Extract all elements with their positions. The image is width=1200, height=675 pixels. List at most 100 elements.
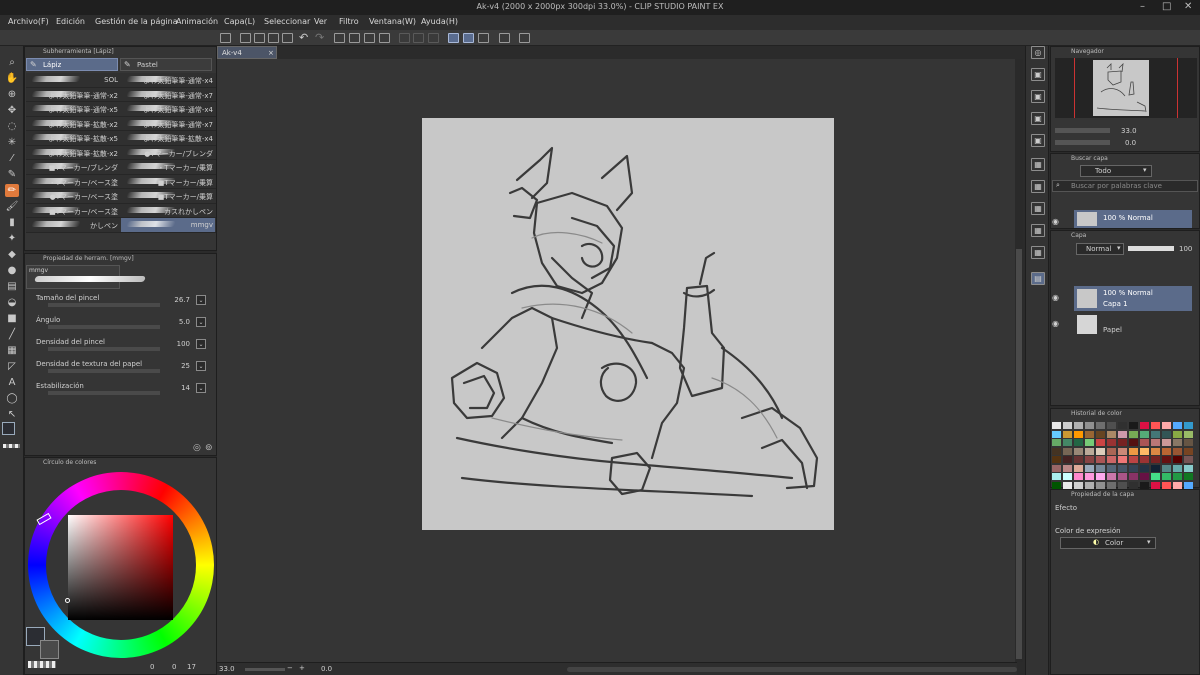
- property-slider[interactable]: [48, 369, 160, 373]
- transform-icon[interactable]: [379, 33, 390, 43]
- color-history-swatch[interactable]: [1173, 447, 1182, 455]
- figure-icon[interactable]: ╱: [5, 328, 19, 341]
- dock-icon-1[interactable]: ▣: [1031, 68, 1045, 81]
- hand-tool-icon[interactable]: ✋: [5, 72, 19, 85]
- color-history-swatch[interactable]: [1052, 430, 1061, 438]
- open-icon[interactable]: [254, 33, 265, 43]
- snap-ruler-icon[interactable]: [448, 33, 459, 43]
- property-expand-icon[interactable]: ⌄: [196, 295, 206, 305]
- tool-settings-icon[interactable]: ◎: [193, 443, 201, 453]
- color-history-swatch[interactable]: [1173, 439, 1182, 446]
- color-history-swatch[interactable]: [1063, 447, 1072, 455]
- horizontal-scrollbar[interactable]: [567, 667, 1017, 672]
- color-history-swatch[interactable]: [1096, 422, 1105, 429]
- zoom-in-icon[interactable]: +: [299, 664, 305, 672]
- color-history-swatch[interactable]: [1184, 464, 1193, 472]
- color-history-swatch[interactable]: [1063, 481, 1072, 489]
- color-history-swatch[interactable]: [1118, 464, 1127, 472]
- color-history-swatch[interactable]: [1107, 481, 1116, 489]
- vertical-scrollbar[interactable]: [1015, 59, 1023, 662]
- property-value[interactable]: 25: [160, 362, 190, 370]
- color-history-swatch[interactable]: [1085, 447, 1094, 455]
- brush-item[interactable]: ■Tマーカー/乗算: [121, 189, 215, 203]
- color-history-swatch[interactable]: [1118, 447, 1127, 455]
- blend-mode-dropdown[interactable]: Normal ▾: [1076, 243, 1124, 255]
- color-history-swatch[interactable]: [1085, 439, 1094, 446]
- clear-selection-icon[interactable]: [349, 33, 360, 43]
- brush-item[interactable]: ・Tマーカー/乗算: [121, 160, 215, 174]
- brush-item[interactable]: ・Tマーカー/ベース塗: [26, 175, 120, 189]
- save-icon[interactable]: [268, 33, 279, 43]
- color-history-swatch[interactable]: [1151, 422, 1160, 429]
- color-history-swatch[interactable]: [1085, 422, 1094, 429]
- color-history-swatch[interactable]: [1151, 430, 1160, 438]
- minimize-icon[interactable]: –: [1140, 1, 1145, 12]
- opacity-slider[interactable]: [1128, 246, 1174, 251]
- menu-ayuda[interactable]: Ayuda(H): [421, 17, 458, 26]
- color-history-swatch[interactable]: [1063, 473, 1072, 480]
- brush-item[interactable]: ■Tマーカー/乗算: [121, 175, 215, 189]
- brush-item[interactable]: かしペン: [26, 218, 120, 232]
- zoom-slider[interactable]: [245, 668, 285, 671]
- dock-icon-4[interactable]: ▣: [1031, 134, 1045, 147]
- menu-ventana[interactable]: Ventana(W): [369, 17, 416, 26]
- airbrush-icon[interactable]: ▮: [5, 216, 19, 229]
- decoration-icon[interactable]: ✦: [5, 232, 19, 245]
- color-history-swatch[interactable]: [1129, 447, 1138, 455]
- nav-zoom-slider[interactable]: [1055, 128, 1110, 133]
- layer-row-capa1[interactable]: 100 % Normal Capa 1: [1074, 286, 1192, 311]
- property-slider[interactable]: [48, 347, 160, 351]
- drawing-paper[interactable]: [422, 118, 834, 530]
- reset-icon[interactable]: ⊚: [205, 443, 213, 453]
- maximize-icon[interactable]: □: [1162, 1, 1171, 12]
- color-history-swatch[interactable]: [1107, 422, 1116, 429]
- color-history-swatch[interactable]: [1129, 422, 1138, 429]
- bucket-icon[interactable]: ◒: [5, 296, 19, 309]
- nav-angle-slider[interactable]: [1055, 140, 1110, 145]
- search-result-row[interactable]: 100 % Normal: [1074, 210, 1192, 228]
- color-history-swatch[interactable]: [1052, 464, 1061, 472]
- color-picker-cursor[interactable]: [65, 598, 70, 603]
- color-history-swatch[interactable]: [1085, 473, 1094, 480]
- layer-row-papel[interactable]: Papel: [1074, 312, 1192, 337]
- tab-close-icon[interactable]: ×: [268, 49, 274, 57]
- color-history-swatch[interactable]: [1173, 473, 1182, 480]
- color-history-swatch[interactable]: [1063, 439, 1072, 446]
- property-slider[interactable]: [48, 391, 160, 395]
- color-history-swatch[interactable]: [1063, 456, 1072, 463]
- color-history-swatch[interactable]: [1162, 439, 1171, 446]
- color-history-swatch[interactable]: [1096, 430, 1105, 438]
- color-history-swatch[interactable]: [1085, 481, 1094, 489]
- property-value[interactable]: 5.0: [160, 318, 190, 326]
- settings-icon[interactable]: [519, 33, 530, 43]
- brush-item[interactable]: SOL: [26, 73, 120, 87]
- redo-icon[interactable]: ↷: [315, 31, 324, 44]
- export-icon[interactable]: [282, 33, 293, 43]
- companion-icon[interactable]: [499, 33, 510, 43]
- color-history-swatch[interactable]: [1140, 481, 1149, 489]
- new-icon[interactable]: [240, 33, 251, 43]
- color-history-swatch[interactable]: [1129, 430, 1138, 438]
- menu-capa[interactable]: Capa(L): [224, 17, 255, 26]
- color-history-swatch[interactable]: [1184, 456, 1193, 463]
- color-history-swatch[interactable]: [1107, 447, 1116, 455]
- blend-tool-icon[interactable]: ●: [5, 264, 19, 277]
- expression-color-dropdown[interactable]: ◐ Color ▾: [1060, 537, 1156, 549]
- color-history-swatch[interactable]: [1129, 473, 1138, 480]
- dock-icon-3[interactable]: ▣: [1031, 112, 1045, 125]
- color-history-swatch[interactable]: [1184, 473, 1193, 480]
- brush-tool-icon[interactable]: 🖌: [5, 200, 19, 213]
- color-history-swatch[interactable]: [1184, 481, 1193, 489]
- color-history-swatch[interactable]: [1052, 481, 1061, 489]
- color-history-swatch[interactable]: [1173, 481, 1182, 489]
- menu-gestion-pagina[interactable]: Gestión de la página: [95, 17, 178, 26]
- eye-icon-capa1[interactable]: ◉: [1052, 293, 1059, 302]
- layer-filter-dropdown[interactable]: Todo ▾: [1080, 165, 1152, 177]
- new-file-icon[interactable]: [220, 33, 231, 43]
- dock-icon-9[interactable]: ▦: [1031, 246, 1045, 259]
- color-history-swatch[interactable]: [1052, 422, 1061, 429]
- pen-tool-icon[interactable]: ✎: [5, 168, 19, 181]
- brush-item[interactable]: ●Tマーカー/ベース塗: [26, 189, 120, 203]
- color-history-swatch[interactable]: [1173, 464, 1182, 472]
- transparent-swatch[interactable]: [28, 661, 56, 668]
